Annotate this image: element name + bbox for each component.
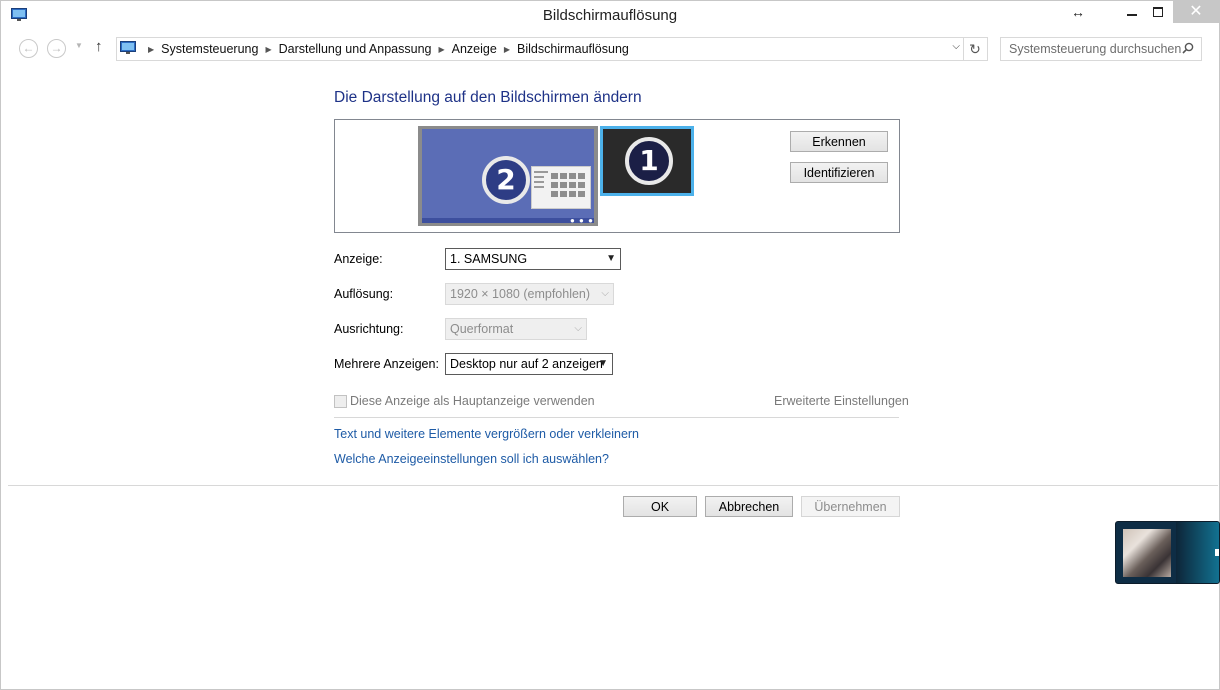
minimize-button[interactable] xyxy=(1119,1,1145,23)
detect-button[interactable]: Erkennen xyxy=(790,131,888,152)
breadcrumb-item[interactable]: Darstellung und Anpassung xyxy=(279,42,432,56)
breadcrumb-item[interactable]: Systemsteuerung xyxy=(161,42,258,56)
resolution-label: Auflösung: xyxy=(334,287,394,301)
desktop-tile-icon xyxy=(531,166,591,209)
minimize-icon xyxy=(1127,14,1137,16)
multiple-displays-select[interactable]: Desktop nur auf 2 anzeigen ▼ xyxy=(445,353,613,375)
navigation-bar: ← → ▼ ↑ ▶ Systemsteuerung ▶ Darstellung und… xyxy=(1,35,1219,63)
divider xyxy=(334,417,899,418)
chevron-down-icon: ▼ xyxy=(598,358,608,369)
breadcrumb-separator-icon[interactable]: ▶ xyxy=(148,45,154,54)
primary-display-label: Diese Anzeige als Hauptanzeige verwenden xyxy=(350,394,595,408)
orientation-select[interactable]: Querformat ⌵ xyxy=(445,318,587,340)
cancel-button[interactable]: Abbrechen xyxy=(705,496,793,517)
breadcrumb-item[interactable]: Anzeige xyxy=(452,42,497,56)
breadcrumb-separator-icon[interactable]: ▶ xyxy=(504,45,510,54)
monitor-1-number: 1 xyxy=(625,137,673,185)
apply-button[interactable]: Übernehmen xyxy=(801,496,900,517)
display-label: Anzeige: xyxy=(334,252,383,266)
refresh-button[interactable]: ↻ xyxy=(963,37,988,61)
chevron-down-icon: ⌵ xyxy=(601,288,609,299)
orientation-value: Querformat xyxy=(450,322,514,336)
title-bar: Bildschirmauflösung ↔ ✕ xyxy=(1,1,1219,31)
search-icon[interactable] xyxy=(1182,42,1194,54)
breadcrumb: ▶ Systemsteuerung ▶ Darstellung und Anpassu… xyxy=(141,42,629,56)
close-button[interactable]: ✕ xyxy=(1173,1,1219,23)
maximize-button[interactable] xyxy=(1145,1,1171,23)
monitor-2[interactable]: 2 ● ● ● xyxy=(418,126,598,226)
resolution-select[interactable]: 1920 × 1080 (empfohlen) ⌵ xyxy=(445,283,614,305)
orientation-label: Ausrichtung: xyxy=(334,322,404,336)
identify-button[interactable]: Identifizieren xyxy=(790,162,888,183)
address-bar[interactable]: ▶ Systemsteuerung ▶ Darstellung und Anpassu… xyxy=(116,37,964,61)
ok-button[interactable]: OK xyxy=(623,496,697,517)
footer-divider xyxy=(8,485,1218,486)
breadcrumb-separator-icon[interactable]: ▶ xyxy=(438,45,444,54)
thumbnail-background xyxy=(1176,522,1219,583)
display-value: 1. SAMSUNG xyxy=(450,252,528,266)
search-placeholder: Systemsteuerung durchsuchen xyxy=(1009,42,1182,56)
display-help-link[interactable]: Welche Anzeigeeinstellungen soll ich aus… xyxy=(334,452,609,466)
chevron-down-icon[interactable]: ⌵ xyxy=(952,41,960,52)
search-input[interactable]: Systemsteuerung durchsuchen xyxy=(1000,37,1202,61)
monitor-1-screen: 1 xyxy=(603,129,691,193)
taskbar xyxy=(422,218,594,223)
breadcrumb-separator-icon[interactable]: ▶ xyxy=(265,45,271,54)
display-select[interactable]: 1. SAMSUNG ▼ xyxy=(445,248,621,270)
monitor-1[interactable]: 1 xyxy=(600,126,694,196)
advanced-settings-link[interactable]: Erweiterte Einstellungen xyxy=(774,394,909,408)
multiple-displays-label: Mehrere Anzeigen: xyxy=(334,357,439,371)
monitor-2-number: 2 xyxy=(482,156,530,204)
window-title: Bildschirmauflösung xyxy=(542,7,678,24)
resolution-value: 1920 × 1080 (empfohlen) xyxy=(450,287,591,301)
more-dots-icon: ● ● ● xyxy=(570,216,594,225)
control-panel-window: Bildschirmauflösung ↔ ✕ ← → ▼ ↑ ▶ Systems… xyxy=(0,0,1220,690)
monitor-arrangement: 2 ● ● ● 1 Erkennen Identifizieren xyxy=(334,119,900,233)
breadcrumb-item[interactable]: Bildschirmauflösung xyxy=(517,42,629,56)
expand-handle-icon[interactable] xyxy=(1215,549,1219,556)
forward-button[interactable]: → xyxy=(47,39,66,58)
text-size-link[interactable]: Text und weitere Elemente vergrößern ode… xyxy=(334,427,639,441)
maximize-icon xyxy=(1153,7,1163,17)
multiple-displays-value: Desktop nur auf 2 anzeigen xyxy=(450,357,603,371)
recent-locations-chevron-icon[interactable]: ▼ xyxy=(75,41,83,50)
primary-display-checkbox[interactable] xyxy=(334,395,347,408)
chevron-down-icon: ▼ xyxy=(606,253,616,264)
up-arrow-button[interactable]: ↑ xyxy=(95,38,103,55)
thumbnail-image xyxy=(1123,529,1171,577)
control-panel-icon xyxy=(120,41,136,54)
resize-arrows-icon[interactable]: ↔ xyxy=(1065,1,1091,23)
back-button[interactable]: ← xyxy=(19,39,38,58)
chevron-down-icon: ⌵ xyxy=(574,323,582,334)
media-thumbnail-popup[interactable] xyxy=(1115,521,1220,584)
page-title: Die Darstellung auf den Bildschirmen änd… xyxy=(334,89,642,106)
